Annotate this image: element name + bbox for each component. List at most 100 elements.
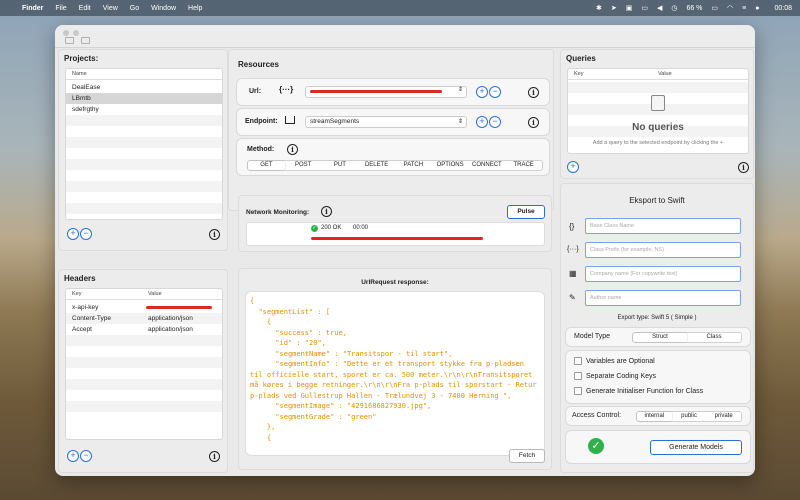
close-window-button[interactable] — [63, 30, 69, 36]
pulse-button[interactable]: Pulse — [507, 205, 545, 219]
headers-table[interactable]: Key Value x-api-key Content-Type applica… — [65, 288, 223, 440]
access-public[interactable]: public — [672, 412, 707, 421]
url-label: Url: — [249, 88, 262, 95]
lock-icon[interactable]: ▣ — [626, 4, 633, 12]
projects-list[interactable]: Name DealEase LBmtb sdefrgthy — [65, 68, 223, 220]
class-prefix-input[interactable]: Class Prefix (for example, NS) — [585, 242, 741, 258]
remove-project-button[interactable]: − — [80, 228, 92, 240]
add-url-button[interactable]: + — [476, 86, 488, 98]
checkbox[interactable] — [574, 357, 582, 365]
base-class-name-input[interactable]: Base Class Name — [585, 218, 741, 234]
empty-row — [66, 379, 222, 390]
method-patch[interactable]: PATCH — [395, 161, 432, 170]
battery-icon[interactable]: ▭ — [711, 4, 718, 12]
headers-table-header: Key Value — [66, 289, 222, 300]
model-type-struct[interactable]: Struct — [633, 333, 687, 342]
generate-models-button[interactable]: Generate Models — [650, 440, 742, 455]
info-icon[interactable]: i — [738, 162, 749, 173]
access-segmented-control[interactable]: internal public private — [636, 411, 742, 422]
time-machine-icon[interactable]: ◷ — [671, 4, 677, 12]
monitoring-output: ✓ 200 OK 00:00 — [246, 222, 545, 246]
headers-col-value[interactable]: Value — [148, 289, 162, 299]
method-get[interactable]: GET — [248, 161, 285, 170]
add-project-button[interactable]: + — [67, 228, 79, 240]
minimize-window-button[interactable] — [73, 30, 79, 36]
response-body[interactable]: { "segmentList" : [ { "success" : true, … — [245, 291, 545, 456]
table-row[interactable]: x-api-key — [66, 302, 222, 313]
model-type-segmented-control[interactable]: Struct Class — [632, 332, 742, 343]
signature-icon: ✎ — [569, 293, 576, 302]
method-post[interactable]: POST — [285, 161, 322, 170]
method-trace[interactable]: TRACE — [505, 161, 542, 170]
menu-help[interactable]: Help — [188, 5, 202, 12]
headers-col-key[interactable]: Key — [72, 289, 81, 299]
menu-file[interactable]: File — [55, 5, 66, 12]
menu-view[interactable]: View — [103, 5, 118, 12]
endpoint-select[interactable]: streamSegments ⇕ — [305, 116, 467, 128]
projects-column-name[interactable]: Name — [66, 69, 222, 80]
info-icon[interactable]: i — [528, 87, 539, 98]
queries-table[interactable]: Key Value No queries Add a query to the … — [567, 68, 749, 154]
remove-url-button[interactable]: − — [489, 86, 501, 98]
option-separate-coding-keys[interactable]: Separate Coding Keys — [574, 372, 656, 380]
company-name-input[interactable]: Company name (For copywrite text) — [585, 266, 741, 282]
info-icon[interactable]: i — [321, 206, 332, 217]
access-private[interactable]: private — [706, 412, 741, 421]
user-icon[interactable]: ● — [755, 5, 759, 12]
author-name-input[interactable]: Author name — [585, 290, 741, 306]
project-item[interactable]: DealEase — [66, 82, 222, 93]
info-icon[interactable]: i — [209, 229, 220, 240]
menu-app-name[interactable]: Finder — [22, 5, 43, 12]
access-internal[interactable]: internal — [637, 412, 672, 421]
inspector-toggle-icon[interactable] — [81, 37, 90, 44]
queries-col-value[interactable]: Value — [658, 69, 672, 79]
info-icon[interactable]: i — [528, 117, 539, 128]
table-row[interactable]: Content-Type application/json — [66, 313, 222, 324]
bluetooth-icon[interactable]: ✱ — [596, 4, 602, 12]
endpoint-label: Endpoint: — [245, 118, 278, 125]
add-query-button[interactable]: + — [567, 161, 579, 173]
header-value: application/json — [148, 315, 193, 322]
volume-icon[interactable]: ◀ — [657, 4, 662, 12]
checkbox[interactable] — [574, 387, 582, 395]
menu-go[interactable]: Go — [130, 5, 139, 12]
empty-row — [66, 137, 222, 148]
headers-panel: Headers Key Value x-api-key Content-Type… — [58, 269, 228, 473]
location-icon[interactable]: ➤ — [611, 4, 617, 12]
battery-percent[interactable]: 66 % — [686, 5, 702, 12]
table-row[interactable]: Accept application/json — [66, 324, 222, 335]
empty-state-hint: Add a query to the selected endpoint by … — [592, 140, 724, 146]
wifi-icon[interactable]: ◠ — [727, 4, 733, 12]
empty-row — [66, 401, 222, 412]
endpoint-value: streamSegments — [310, 118, 360, 125]
menu-edit[interactable]: Edit — [79, 5, 91, 12]
method-delete[interactable]: DELETE — [358, 161, 395, 170]
add-endpoint-button[interactable]: + — [476, 116, 488, 128]
remove-header-button[interactable]: − — [80, 450, 92, 462]
option-generate-initialiser[interactable]: Generate Initialiser Function for Class — [574, 387, 703, 395]
project-item[interactable]: sdefrgthy — [66, 104, 222, 115]
method-segmented-control[interactable]: GET POST PUT DELETE PATCH OPTIONS CONNEC… — [247, 160, 543, 171]
fetch-button[interactable]: Fetch — [509, 449, 545, 463]
display-icon[interactable]: ▭ — [641, 4, 648, 12]
empty-row — [66, 126, 222, 137]
app-window: Projects: Name DealEase LBmtb sdefrgthy … — [55, 25, 755, 476]
method-connect[interactable]: CONNECT — [469, 161, 506, 170]
control-center-icon[interactable]: ≡ — [742, 5, 746, 12]
method-put[interactable]: PUT — [322, 161, 359, 170]
method-options[interactable]: OPTIONS — [432, 161, 469, 170]
add-header-button[interactable]: + — [67, 450, 79, 462]
info-icon[interactable]: i — [287, 144, 298, 155]
url-select[interactable]: ⇕ — [305, 86, 467, 98]
info-icon[interactable]: i — [209, 451, 220, 462]
option-variables-optional[interactable]: Variables are Optional — [574, 357, 655, 365]
model-type-class[interactable]: Class — [687, 333, 741, 342]
queries-col-key[interactable]: Key — [574, 69, 583, 79]
checkbox[interactable] — [574, 372, 582, 380]
remove-endpoint-button[interactable]: − — [489, 116, 501, 128]
empty-row — [66, 412, 222, 423]
project-item[interactable]: LBmtb — [66, 93, 222, 104]
empty-row — [568, 82, 748, 93]
sidebar-toggle-icon[interactable] — [65, 37, 74, 44]
menu-window[interactable]: Window — [151, 5, 176, 12]
